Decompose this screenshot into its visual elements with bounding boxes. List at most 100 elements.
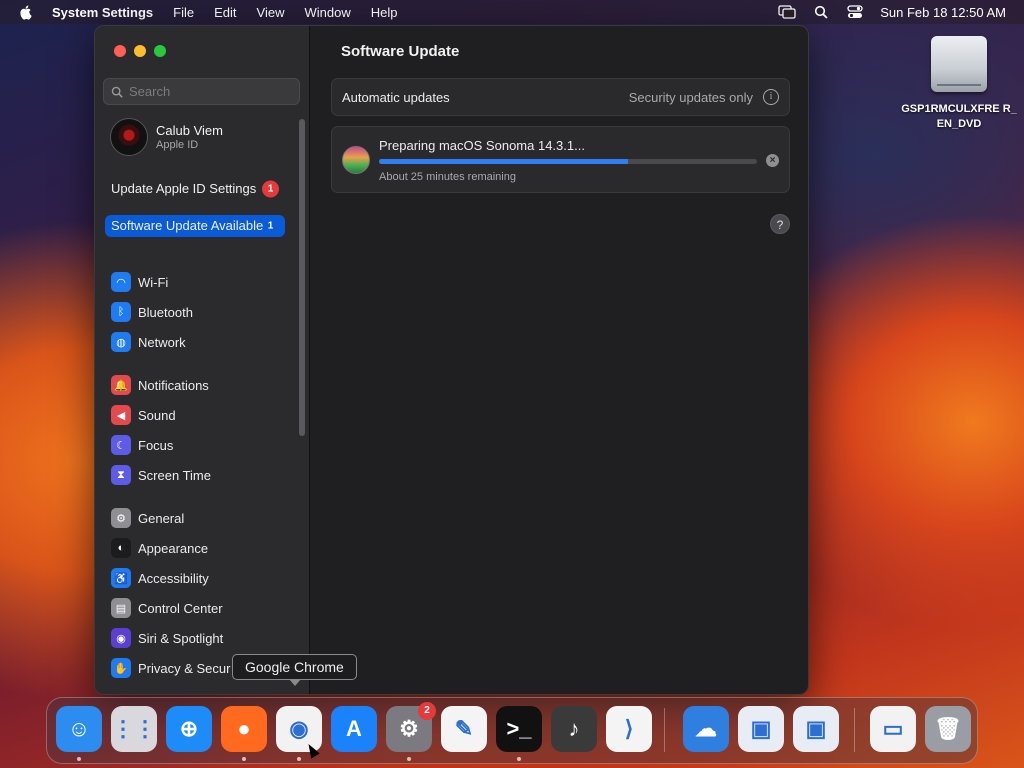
screen-mirroring-icon[interactable] <box>778 5 796 19</box>
sidebar-item-label: Control Center <box>138 600 223 616</box>
dock-terminal-icon[interactable]: >_ <box>496 706 542 752</box>
apple-menu-icon[interactable] <box>18 4 34 20</box>
sidebar-item-label: Appearance <box>138 540 209 556</box>
sidebar-item-label: Wi-Fi <box>138 274 169 290</box>
apple-id-account[interactable]: Calub Viem Apple ID <box>110 118 223 156</box>
dock-textedit-icon[interactable]: ✎ <box>441 706 487 752</box>
zoom-window-button[interactable] <box>154 45 166 57</box>
speaker-icon: ◀ <box>111 405 131 425</box>
running-indicator <box>297 757 301 761</box>
sidebar-item-general[interactable]: ⚙ General <box>105 504 295 532</box>
minimize-window-button[interactable] <box>134 45 146 57</box>
sidebar-scrollbar[interactable] <box>299 119 305 436</box>
moon-icon: ☾ <box>111 435 131 455</box>
bluetooth-icon: ᛒ <box>111 302 131 322</box>
menu-bar: System Settings File Edit View Window He… <box>0 0 1024 24</box>
siri-icon: ◉ <box>111 628 131 648</box>
cancel-update-icon[interactable]: × <box>766 154 779 167</box>
update-progress-fill <box>379 159 629 164</box>
sidebar-item-label: Focus <box>138 437 174 453</box>
sidebar-item-label: Network <box>138 334 186 350</box>
dock-weather-icon[interactable]: ☁ <box>683 706 729 752</box>
dock-launchpad-icon[interactable]: ⋮⋮ <box>111 706 157 752</box>
sidebar-item-network[interactable]: ◍ Network <box>105 328 295 356</box>
page-title: Software Update <box>341 43 460 60</box>
avatar[interactable] <box>110 118 148 156</box>
sidebar-item-control-center[interactable]: ▤ Control Center <box>105 594 295 622</box>
macos-sonoma-icon <box>342 146 370 174</box>
drive-label: GSP1RMCULXFRE R_EN_DVD <box>901 103 1017 130</box>
dock-system-settings-icon[interactable]: ⚙ 2 <box>386 702 436 752</box>
automatic-updates-row: Automatic updates Security updates only … <box>331 78 790 116</box>
update-status-title: Preparing macOS Sonoma 14.3.1... <box>379 138 585 153</box>
sidebar-item-bluetooth[interactable]: ᛒ Bluetooth <box>105 298 295 326</box>
sidebar-item-update-apple-id[interactable]: Update Apple ID Settings 1 <box>105 178 285 200</box>
dock-garageband-icon[interactable]: ♪ <box>551 706 597 752</box>
dock-visual-studio-code-icon[interactable]: ⟩ <box>606 706 652 752</box>
control-center-menu-icon[interactable] <box>846 5 864 19</box>
sidebar-item-label: Privacy & Secur <box>138 660 231 676</box>
info-icon[interactable]: i <box>763 89 779 105</box>
wifi-icon: ◠ <box>111 272 131 292</box>
dock-safari-icon[interactable]: ⊕ <box>166 706 212 752</box>
update-progress-bar <box>379 159 757 164</box>
alert-label: Update Apple ID Settings <box>111 181 257 196</box>
menu-clock[interactable]: Sun Feb 18 12:50 AM <box>880 5 1006 20</box>
running-indicator <box>77 757 81 761</box>
sidebar-item-accessibility[interactable]: ♿ Accessibility <box>105 564 295 592</box>
hourglass-icon: ⧗ <box>111 465 131 485</box>
bell-icon: 🔔 <box>111 375 131 395</box>
automatic-updates-value: Security updates only <box>628 89 753 105</box>
sidebar-item-wi-fi[interactable]: ◠ Wi-Fi <box>105 268 295 296</box>
dock-firefox-icon[interactable]: ● <box>221 706 267 752</box>
dock-app-store-icon[interactable]: A <box>331 706 377 752</box>
dock-separator <box>854 708 855 752</box>
accessibility-icon: ♿ <box>111 568 131 588</box>
account-subtitle: Apple ID <box>156 139 199 151</box>
automatic-updates-label: Automatic updates <box>342 89 450 105</box>
sidebar-item-label: Siri & Spotlight <box>138 630 224 646</box>
sidebar-item-appearance[interactable]: ◐ Appearance <box>105 534 295 562</box>
sidebar-item-label: Accessibility <box>138 570 209 586</box>
sidebar-item-software-update[interactable]: Software Update Available 1 <box>105 215 285 237</box>
dock-tooltip: Google Chrome <box>232 654 357 686</box>
menu-app-name[interactable]: System Settings <box>52 5 153 20</box>
dock-virtualbox-vm-icon[interactable]: ▣ <box>793 706 839 752</box>
main-pane: Software Update Automatic updates Securi… <box>311 26 808 694</box>
sidebar-item-screen-time[interactable]: ⧗ Screen Time <box>105 461 295 489</box>
control-center-icon: ▤ <box>111 598 131 618</box>
dock-finder-icon[interactable]: ☺ <box>56 706 102 752</box>
running-indicator <box>407 757 411 761</box>
spotlight-search-icon[interactable] <box>812 5 830 19</box>
sidebar-item-focus[interactable]: ☾ Focus <box>105 431 295 459</box>
hand-icon: ✋ <box>111 658 131 678</box>
window-controls <box>114 45 166 57</box>
menu-file[interactable]: File <box>173 5 194 20</box>
dock-virtualbox-icon[interactable]: ▣ <box>738 706 784 752</box>
menu-window[interactable]: Window <box>304 5 350 20</box>
help-button[interactable]: ? <box>770 214 790 234</box>
alert-label: Software Update Available <box>111 218 264 233</box>
gear-icon: ⚙ <box>111 508 131 528</box>
appearance-icon: ◐ <box>111 538 131 558</box>
sidebar-item-label: Screen Time <box>138 467 211 483</box>
dock-trash-icon[interactable]: 🗑 <box>925 706 971 752</box>
sidebar-item-label: General <box>138 510 185 526</box>
menu-edit[interactable]: Edit <box>214 5 236 20</box>
sidebar: Calub Viem Apple ID Update Apple ID Sett… <box>95 26 310 694</box>
account-name: Calub Viem <box>156 123 223 138</box>
menu-help[interactable]: Help <box>371 5 398 20</box>
menu-view[interactable]: View <box>257 5 285 20</box>
search-input[interactable] <box>129 84 289 99</box>
running-indicator <box>242 757 246 761</box>
search-field[interactable] <box>103 78 300 105</box>
close-window-button[interactable] <box>114 45 126 57</box>
disk-drive-icon[interactable] <box>931 36 987 92</box>
desktop-drive[interactable]: GSP1RMCULXFRE R_EN_DVD <box>900 36 1018 132</box>
globe-icon: ◍ <box>111 332 131 352</box>
sidebar-item-label: Notifications <box>138 377 209 393</box>
sidebar-item-sound[interactable]: ◀ Sound <box>105 401 295 429</box>
sidebar-item-siri-spotlight[interactable]: ◉ Siri & Spotlight <box>105 624 295 652</box>
dock-downloads-icon[interactable]: ▭ <box>870 706 916 752</box>
sidebar-item-notifications[interactable]: 🔔 Notifications <box>105 371 295 399</box>
